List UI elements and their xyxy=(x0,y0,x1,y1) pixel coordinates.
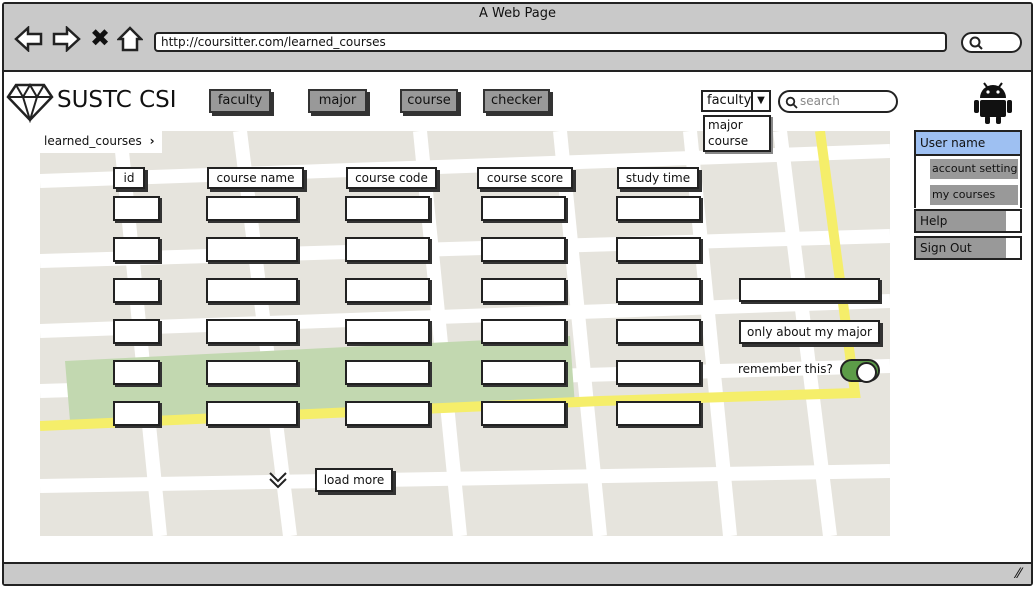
cell-id[interactable] xyxy=(113,196,160,221)
nav-checker-button[interactable]: checker xyxy=(483,89,550,113)
cell-id[interactable] xyxy=(113,319,160,344)
nav-course-button[interactable]: course xyxy=(400,89,458,113)
back-arrow-icon[interactable] xyxy=(14,25,44,53)
cell-course-score[interactable] xyxy=(481,319,566,344)
search-icon xyxy=(785,95,799,109)
user-submenu: account setting my courses xyxy=(914,156,1022,208)
column-header-id: id xyxy=(113,167,145,189)
menu-sign-out-label: Sign Out xyxy=(920,241,972,255)
cell-course-code[interactable] xyxy=(345,319,430,344)
nav-major-button[interactable]: major xyxy=(308,89,367,113)
text-field[interactable] xyxy=(739,278,880,302)
cell-course-name[interactable] xyxy=(206,278,298,303)
cell-course-name[interactable] xyxy=(206,237,298,262)
remember-toggle[interactable] xyxy=(840,359,880,383)
close-icon[interactable]: ✖ xyxy=(88,26,112,52)
cell-course-name[interactable] xyxy=(206,401,298,426)
resize-grip-icon[interactable]: ⁄⁄ xyxy=(1016,566,1021,582)
chevron-right-icon: › xyxy=(149,134,155,148)
load-more-button[interactable]: load more xyxy=(315,468,393,492)
menu-help-label: Help xyxy=(920,214,948,228)
filter-option[interactable]: major xyxy=(708,117,769,133)
breadcrumb-label: learned_courses xyxy=(44,134,142,148)
filter-option[interactable]: course xyxy=(708,133,769,149)
user-name-item[interactable]: User name xyxy=(914,130,1022,156)
cell-study-time[interactable] xyxy=(616,319,701,344)
cell-course-code[interactable] xyxy=(345,278,430,303)
remember-label: remember this? xyxy=(738,362,833,376)
column-header-course-name: course name xyxy=(207,167,304,189)
cell-study-time[interactable] xyxy=(616,237,701,262)
cell-course-code[interactable] xyxy=(345,237,430,262)
cell-id[interactable] xyxy=(113,360,160,385)
nav-faculty-button[interactable]: faculty xyxy=(209,89,271,113)
toggle-knob xyxy=(856,362,877,383)
cell-course-name[interactable] xyxy=(206,360,298,385)
cell-id[interactable] xyxy=(113,401,160,426)
menu-help[interactable]: Help xyxy=(914,209,1022,233)
brand-name: SUSTC CSI xyxy=(57,87,177,113)
android-icon xyxy=(972,80,1014,124)
cell-study-time[interactable] xyxy=(616,278,701,303)
column-header-course-score: course score xyxy=(477,167,573,189)
cell-course-score[interactable] xyxy=(481,237,566,262)
menu-account-setting[interactable]: account setting xyxy=(930,159,1018,179)
column-header-study-time: study time xyxy=(617,167,699,189)
window-title: A Web Page xyxy=(479,6,556,21)
column-header-course-code: course code xyxy=(346,167,437,189)
magnifier-icon xyxy=(969,36,983,50)
cell-course-score[interactable] xyxy=(481,196,566,221)
cell-id[interactable] xyxy=(113,278,160,303)
diamond-logo-icon xyxy=(6,81,54,124)
breadcrumb[interactable]: learned_courses › xyxy=(40,131,162,153)
forward-arrow-icon[interactable] xyxy=(51,25,81,53)
filter-options-list: major course xyxy=(703,115,771,152)
double-chevron-down-icon[interactable] xyxy=(266,468,290,492)
cell-course-name[interactable] xyxy=(206,196,298,221)
cell-course-score[interactable] xyxy=(481,401,566,426)
url-bar[interactable]: http://coursitter.com/learned_courses xyxy=(154,32,947,52)
cell-study-time[interactable] xyxy=(616,196,701,221)
home-icon[interactable] xyxy=(115,26,145,52)
chevron-down-icon[interactable]: ▼ xyxy=(751,90,771,112)
cell-id[interactable] xyxy=(113,237,160,262)
menu-sign-out[interactable]: Sign Out xyxy=(914,236,1022,260)
cell-study-time[interactable] xyxy=(616,401,701,426)
cell-course-code[interactable] xyxy=(345,360,430,385)
browser-search-field[interactable] xyxy=(961,32,1022,53)
status-bar: ⁄⁄ xyxy=(4,562,1031,584)
menu-my-courses[interactable]: my courses xyxy=(930,185,1018,205)
cell-course-code[interactable] xyxy=(345,401,430,426)
cell-study-time[interactable] xyxy=(616,360,701,385)
only-my-major-button[interactable]: only about my major xyxy=(739,320,880,344)
cell-course-score[interactable] xyxy=(481,360,566,385)
cell-course-code[interactable] xyxy=(345,196,430,221)
cell-course-name[interactable] xyxy=(206,319,298,344)
cell-course-score[interactable] xyxy=(481,278,566,303)
